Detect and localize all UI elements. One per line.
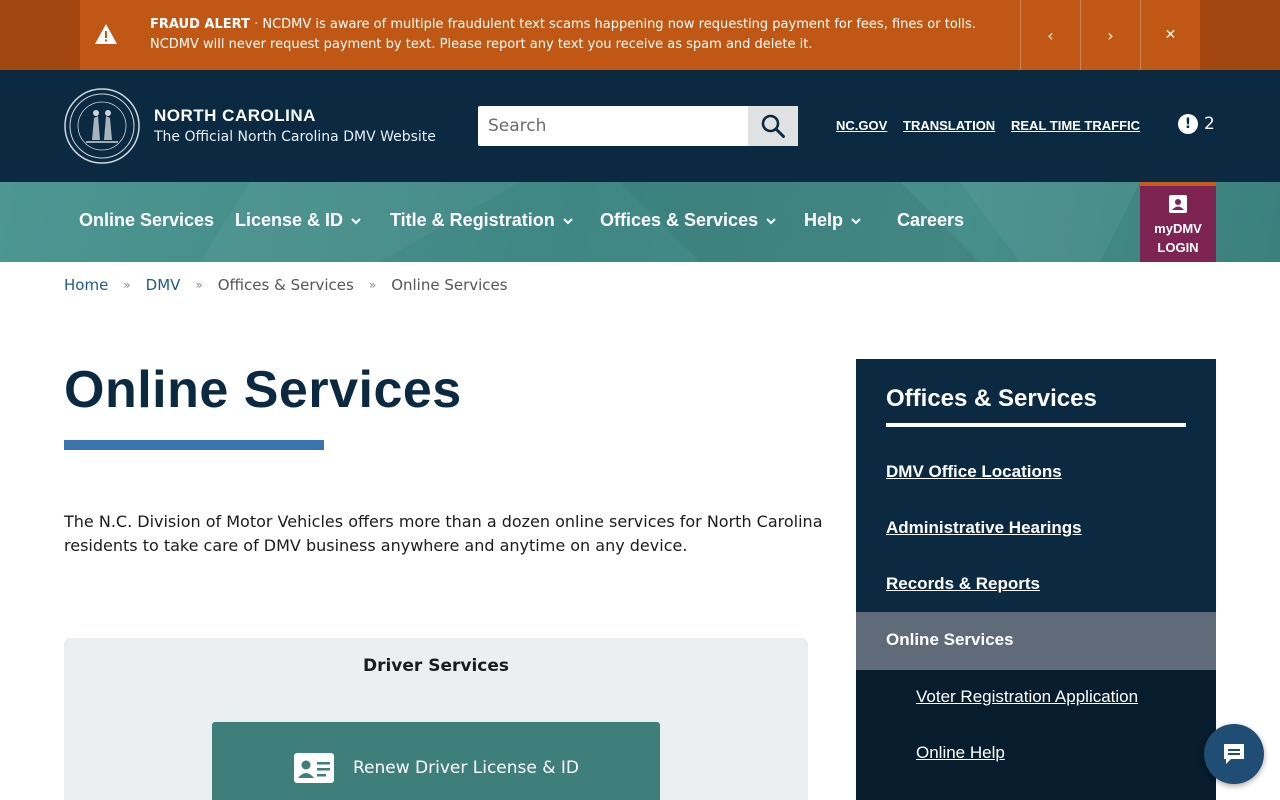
alert-prev-button[interactable]: ‹ [1020,0,1080,70]
nav-online-services[interactable]: Online Services [79,210,214,231]
login-label: LOGIN [1157,240,1199,255]
chevron-down-icon [851,217,861,224]
close-icon: ✕ [1164,27,1177,43]
id-card-icon [293,753,334,783]
search-input[interactable] [478,106,748,146]
nav-label: Online Services [79,210,215,230]
alert-close-button[interactable]: ✕ [1140,0,1200,70]
translation-link[interactable]: TRANSLATION [903,118,995,133]
nav-label: License & ID [235,210,344,230]
chevron-down-icon [351,217,361,224]
user-badge-icon [1169,195,1187,213]
sidebar-item-administrative-hearings[interactable]: Administrative Hearings [886,518,1082,538]
card-title: Driver Services [362,656,510,676]
breadcrumb-separator: » [123,278,131,292]
sidebar-subitem-voter-registration[interactable]: Voter Registration Application [916,687,1138,707]
sidebar-item-records-reports[interactable]: Records & Reports [886,574,1040,594]
real-time-traffic-link[interactable]: REAL TIME TRAFFIC [1011,118,1140,133]
sidebar-item-online-services[interactable]: Online Services [856,612,1216,670]
search-button[interactable] [748,106,798,146]
sidebar-title-rule [886,423,1186,427]
fraud-alert-message: NCDMV is aware of multiple fraudulent te… [150,17,976,52]
fraud-alert-text: FRAUD ALERT · NCDMV is aware of multiple… [150,15,1020,55]
breadcrumb-home[interactable]: Home [64,276,108,294]
warning-icon [95,24,117,44]
breadcrumb-separator: » [195,278,203,292]
breadcrumb-dmv[interactable]: DMV [146,276,181,294]
site-header: NORTH CAROLINA The Official North Caroli… [0,70,1280,182]
state-seal-logo[interactable] [64,88,140,164]
breadcrumb-separator: » [368,278,377,292]
chevron-down-icon [766,217,776,224]
sidebar-item-dmv-office-locations[interactable]: DMV Office Locations [886,462,1062,482]
nav-label: Careers [897,210,965,230]
main-nav: Online Services License & ID Title & Reg… [0,182,1280,262]
fraud-alert-bar: FRAUD ALERT · NCDMV is aware of multiple… [0,0,1280,70]
brand-subtitle: The Official North Carolina DMV Website [154,129,436,145]
driver-services-card: Driver Services Renew Driver License & I… [64,638,808,800]
renew-license-label: Renew Driver License & ID [352,758,580,778]
nav-license-id[interactable]: License & ID [235,210,361,231]
alerts-indicator[interactable]: ! 2 [1178,114,1215,134]
intro-paragraph: The N.C. Division of Motor Vehicles offe… [64,512,823,555]
mydmv-login-button[interactable]: myDMV LOGIN [1140,182,1216,262]
breadcrumb-current: Online Services [391,276,508,294]
chat-bubble-icon [1224,744,1244,764]
nav-label: Help [804,210,844,230]
chat-button[interactable] [1204,724,1264,784]
sidebar-subitem-online-help[interactable]: Online Help [916,743,1005,763]
brand-title: NORTH CAROLINA [154,106,316,125]
breadcrumb: Home » DMV » Offices & Services » Online… [64,276,508,294]
search-box [478,106,798,146]
search-icon [761,114,785,138]
title-underline [64,440,324,450]
nav-offices-services[interactable]: Offices & Services [600,210,776,231]
sidebar-title: Offices & Services [886,385,1097,412]
nav-label: Offices & Services [600,210,759,230]
nav-title-registration[interactable]: Title & Registration [390,210,573,231]
nav-careers[interactable]: Careers [897,210,964,231]
sidebar-menu: Offices & Services DMV Office Locations … [856,359,1216,800]
mydmv-label: myDMV [1154,221,1202,236]
fraud-alert-inner: FRAUD ALERT · NCDMV is aware of multiple… [80,0,1200,70]
nc-gov-link[interactable]: NC.GOV [836,118,887,133]
nav-help[interactable]: Help [804,210,861,231]
chevron-right-icon: › [1107,25,1114,45]
brand[interactable]: NORTH CAROLINA The Official North Caroli… [154,106,436,145]
page-title: Online Services [64,361,462,419]
fraud-alert-title: FRAUD ALERT [150,17,250,32]
chevron-down-icon [562,217,573,224]
renew-license-button[interactable]: Renew Driver License & ID [212,722,660,800]
sidebar-item-label: Online Services [886,630,1014,649]
alerts-count: 2 [1204,114,1215,134]
alert-next-button[interactable]: › [1080,0,1140,70]
chevron-left-icon: ‹ [1047,25,1054,45]
sidebar-submenu: Voter Registration Application Online He… [856,670,1216,800]
fraud-alert-separator: · [249,17,263,32]
nav-label: Title & Registration [390,210,555,230]
breadcrumb-offices-services[interactable]: Offices & Services [218,276,354,294]
exclamation-icon: ! [1178,114,1198,134]
